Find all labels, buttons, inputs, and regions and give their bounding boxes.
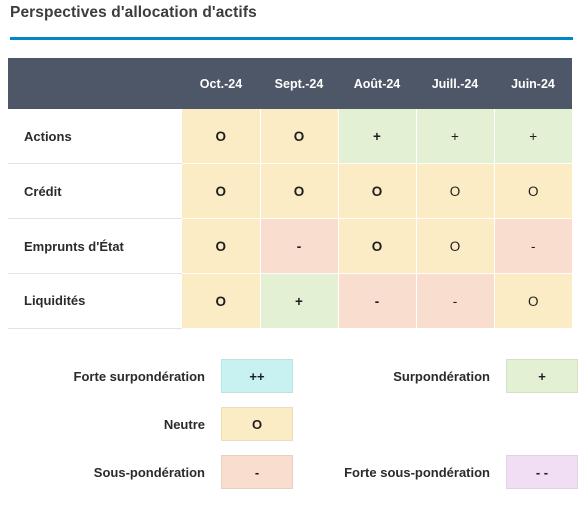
rating-cell: O [182,218,261,274]
rating-cell: O [494,163,572,219]
rating-cell: O [182,109,261,164]
rating-cell: - [494,218,572,274]
table-header: Oct.-24 Sept.-24 Août-24 Juill.-24 Juin-24 [8,58,572,109]
legend-swatch: - - [506,455,578,489]
legend-swatch: O [221,407,293,441]
table-row: Actions O O + + + [8,109,572,164]
legend-label: Forte sous-pondération [344,464,490,480]
column-header-4: Juill.-24 [431,76,479,91]
legend-label: Sous-pondération [93,464,205,480]
table-body: Actions O O + + + Crédit O O O O O Emprunts d'État O -… [8,109,572,329]
table-row: Crédit O O O O O [8,163,572,219]
rating-cell: - [260,218,339,274]
column-header-3: Août-24 [353,76,401,91]
legend-row: Forte surpondération ++ Surpondération + [8,352,578,400]
legend-entry-placeholder [293,407,578,441]
asset-allocation-outlook-page: Perspectives d'allocation d'actifs Oct.-… [0,0,586,514]
rating-cell: + [416,109,495,164]
legend-swatch: + [506,359,578,393]
legend-row: Sous-pondération - Forte sous-pondération -… [8,448,578,496]
rating-cell: O [338,163,417,219]
rating-cell: - [338,273,417,328]
rating-cell: - [416,273,495,328]
rating-cell: O [182,273,261,328]
legend-entry: Forte surpondération ++ [8,359,293,393]
row-label-2: Crédit [8,163,182,219]
column-header-1: Oct.-24 [199,76,243,91]
rating-cell: O [260,163,339,219]
legend-entry: Surpondération + [293,359,578,393]
legend-entry: Sous-pondération - [8,455,293,489]
legend-swatch: - [221,455,293,489]
legend-label: Forte surpondération [73,368,205,384]
table-row: Liquidités O + - - O [8,273,572,329]
row-label-3: Emprunts d'État [8,218,182,274]
rating-cell: + [494,109,572,164]
legend-entry: Neutre O [8,407,293,441]
rating-cell: + [260,273,339,328]
legend-swatch: ++ [221,359,293,393]
legend-row: Neutre O [8,400,578,448]
rating-cell: O [416,163,495,219]
rating-cell: O [494,273,572,328]
rating-cell: O [260,109,339,164]
table-corner-cell [8,58,182,109]
rating-cell: + [338,109,417,164]
title-accent-rule [10,37,573,40]
page-title: Perspectives d'allocation d'actifs [10,4,257,21]
table-row: Emprunts d'État O - O O - [8,218,572,274]
legend-entry: Forte sous-pondération - - [293,455,578,489]
rating-cell: O [338,218,417,274]
legend: Forte surpondération ++ Surpondération + Neu… [8,352,578,496]
rating-cell: O [416,218,495,274]
rating-cell: O [182,163,261,219]
table-header-row: Oct.-24 Sept.-24 Août-24 Juill.-24 Juin-24 [8,58,572,109]
legend-label: Neutre [163,416,205,432]
column-header-2: Sept.-24 [274,76,324,91]
column-header-5: Juin-24 [511,76,555,91]
allocation-table: Oct.-24 Sept.-24 Août-24 Juill.-24 Juin-24 A… [8,58,572,329]
row-label-4: Liquidités [8,273,182,329]
legend-label: Surpondération [393,368,490,384]
row-label-1: Actions [8,109,182,164]
